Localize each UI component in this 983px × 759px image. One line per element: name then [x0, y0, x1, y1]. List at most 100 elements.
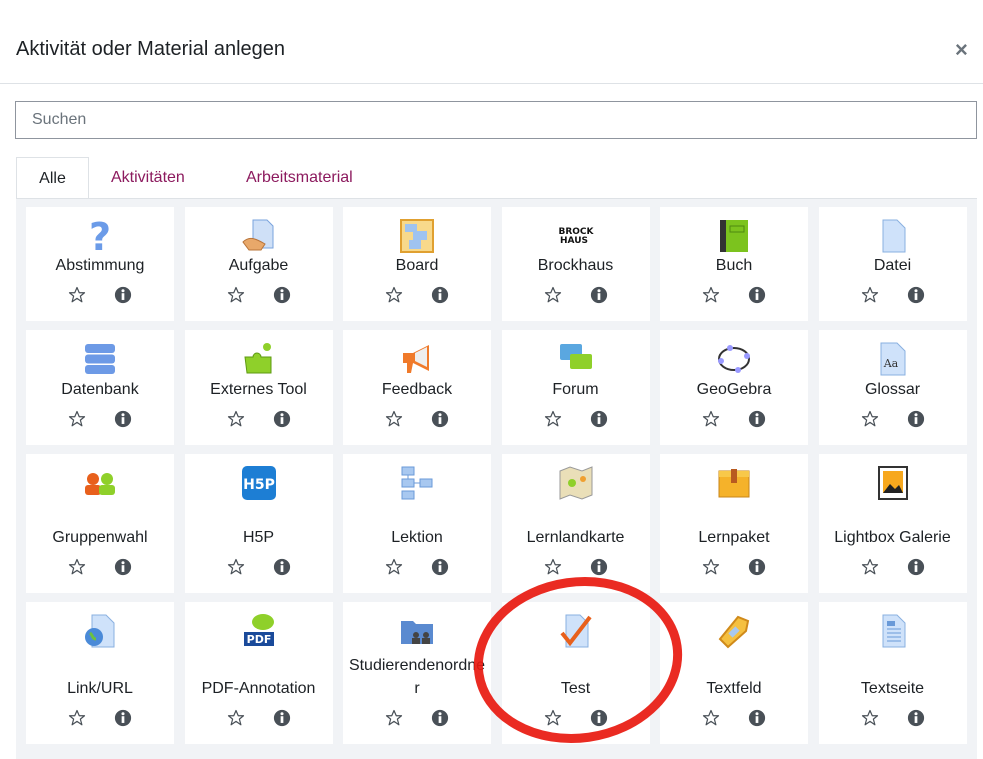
- star-icon[interactable]: [701, 557, 721, 577]
- info-icon[interactable]: [906, 708, 926, 728]
- info-icon[interactable]: [747, 285, 767, 305]
- star-icon[interactable]: [384, 409, 404, 429]
- module-name[interactable]: Glossar: [861, 378, 924, 401]
- info-icon[interactable]: [430, 409, 450, 429]
- module-name[interactable]: Gruppenwahl: [48, 526, 151, 549]
- module-name[interactable]: Studierendenordner: [343, 654, 491, 700]
- info-icon[interactable]: [906, 557, 926, 577]
- module-card-pdf-annotation[interactable]: PDF PDF-Annotation: [184, 602, 333, 744]
- module-name[interactable]: Lektion: [387, 526, 447, 549]
- info-icon[interactable]: [113, 285, 133, 305]
- module-card-lightbox-galerie[interactable]: Lightbox Galerie: [818, 454, 967, 593]
- star-icon[interactable]: [384, 285, 404, 305]
- star-icon[interactable]: [701, 409, 721, 429]
- module-name[interactable]: PDF-Annotation: [198, 677, 320, 700]
- module-card-studierendenordner[interactable]: Studierendenordner: [343, 602, 491, 744]
- module-card-lernlandkarte[interactable]: Lernlandkarte: [501, 454, 650, 593]
- module-card-glossar[interactable]: Aa Glossar: [818, 330, 967, 445]
- module-card-test[interactable]: Test: [501, 602, 650, 744]
- info-icon[interactable]: [113, 409, 133, 429]
- info-icon[interactable]: [906, 285, 926, 305]
- module-card-feedback[interactable]: Feedback: [343, 330, 491, 445]
- star-icon[interactable]: [543, 285, 563, 305]
- module-name[interactable]: Test: [557, 677, 594, 700]
- tab-all[interactable]: Alle: [16, 157, 89, 198]
- star-icon[interactable]: [67, 557, 87, 577]
- module-card-geogebra[interactable]: GeoGebra: [660, 330, 808, 445]
- star-icon[interactable]: [67, 708, 87, 728]
- tab-resources[interactable]: Arbeitsmaterial: [246, 157, 353, 198]
- module-name[interactable]: Externes Tool: [206, 378, 311, 401]
- star-icon[interactable]: [226, 285, 246, 305]
- module-name[interactable]: GeoGebra: [693, 378, 776, 401]
- module-card-h5p[interactable]: H5P H5P: [184, 454, 333, 593]
- tab-activities[interactable]: Aktivitäten: [111, 157, 185, 198]
- star-icon[interactable]: [67, 409, 87, 429]
- module-name[interactable]: Datei: [870, 254, 915, 277]
- module-card-link-url[interactable]: Link/URL: [26, 602, 174, 744]
- module-card-textfeld[interactable]: Textfeld: [660, 602, 808, 744]
- info-icon[interactable]: [589, 285, 609, 305]
- info-icon[interactable]: [747, 557, 767, 577]
- star-icon[interactable]: [701, 708, 721, 728]
- star-icon[interactable]: [860, 409, 880, 429]
- star-icon[interactable]: [701, 285, 721, 305]
- module-name[interactable]: Datenbank: [57, 378, 142, 401]
- module-card-datei[interactable]: Datei: [818, 207, 967, 321]
- info-icon[interactable]: [430, 285, 450, 305]
- info-icon[interactable]: [589, 557, 609, 577]
- search-input[interactable]: [15, 101, 977, 139]
- close-icon[interactable]: ×: [955, 38, 968, 62]
- info-icon[interactable]: [272, 409, 292, 429]
- star-icon[interactable]: [860, 557, 880, 577]
- info-icon[interactable]: [272, 557, 292, 577]
- info-icon[interactable]: [430, 557, 450, 577]
- star-icon[interactable]: [543, 557, 563, 577]
- star-icon[interactable]: [543, 409, 563, 429]
- info-icon[interactable]: [589, 409, 609, 429]
- info-icon[interactable]: [589, 708, 609, 728]
- module-card-lernpaket[interactable]: Lernpaket: [660, 454, 808, 593]
- module-card-forum[interactable]: Forum: [501, 330, 650, 445]
- module-name[interactable]: Board: [392, 254, 443, 277]
- module-card-board[interactable]: Board: [343, 207, 491, 321]
- module-card-gruppenwahl[interactable]: Gruppenwahl: [26, 454, 174, 593]
- info-icon[interactable]: [430, 708, 450, 728]
- star-icon[interactable]: [860, 708, 880, 728]
- module-name[interactable]: Aufgabe: [225, 254, 293, 277]
- star-icon[interactable]: [384, 557, 404, 577]
- info-icon[interactable]: [113, 708, 133, 728]
- module-name[interactable]: Feedback: [378, 378, 456, 401]
- info-icon[interactable]: [747, 409, 767, 429]
- module-name[interactable]: Buch: [712, 254, 756, 277]
- info-icon[interactable]: [906, 409, 926, 429]
- module-name[interactable]: Forum: [548, 378, 602, 401]
- module-name[interactable]: H5P: [239, 526, 278, 549]
- star-icon[interactable]: [67, 285, 87, 305]
- info-icon[interactable]: [272, 708, 292, 728]
- module-name[interactable]: Textfeld: [702, 677, 765, 700]
- module-card-abstimmung[interactable]: ? Abstimmung: [26, 207, 174, 321]
- info-icon[interactable]: [747, 708, 767, 728]
- module-name[interactable]: Lernpaket: [694, 526, 773, 549]
- module-name[interactable]: Link/URL: [63, 677, 137, 700]
- module-card-externes-tool[interactable]: Externes Tool: [184, 330, 333, 445]
- info-icon[interactable]: [113, 557, 133, 577]
- star-icon[interactable]: [226, 708, 246, 728]
- star-icon[interactable]: [226, 557, 246, 577]
- module-card-brockhaus[interactable]: BROCK HAUS Brockhaus: [501, 207, 650, 321]
- module-name[interactable]: Abstimmung: [52, 254, 149, 277]
- star-icon[interactable]: [543, 708, 563, 728]
- star-icon[interactable]: [384, 708, 404, 728]
- info-icon[interactable]: [272, 285, 292, 305]
- module-card-textseite[interactable]: Textseite: [818, 602, 967, 744]
- module-card-datenbank[interactable]: Datenbank: [26, 330, 174, 445]
- module-name[interactable]: Brockhaus: [534, 254, 618, 277]
- module-name[interactable]: Lernlandkarte: [523, 526, 629, 549]
- star-icon[interactable]: [860, 285, 880, 305]
- module-name[interactable]: Textseite: [857, 677, 928, 700]
- module-name[interactable]: Lightbox Galerie: [830, 526, 955, 549]
- module-card-buch[interactable]: Buch: [660, 207, 808, 321]
- module-card-aufgabe[interactable]: Aufgabe: [184, 207, 333, 321]
- star-icon[interactable]: [226, 409, 246, 429]
